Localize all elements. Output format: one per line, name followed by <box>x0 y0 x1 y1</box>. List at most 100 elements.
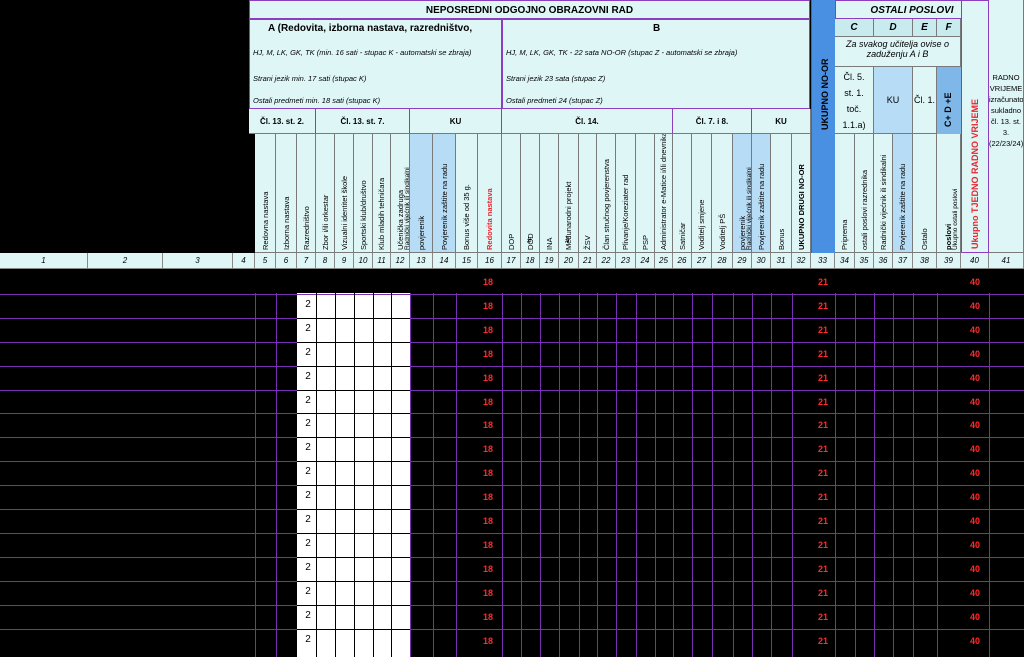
cell-tjedno[interactable]: 40 <box>965 516 985 526</box>
col-number-19: 19 <box>540 253 559 269</box>
cell-razrednistvo[interactable]: 2 <box>299 586 317 597</box>
col-label-31: Bonus <box>776 228 786 250</box>
cell-redovita[interactable]: 18 <box>473 373 503 383</box>
cell-ukupno-no-or[interactable]: 21 <box>810 277 836 287</box>
col-number-10: 10 <box>354 253 373 269</box>
cell-ukupno-no-or[interactable]: 21 <box>810 564 836 574</box>
col-number-23: 23 <box>616 253 636 269</box>
col-label-23: Plivanje/Koreziater rad <box>621 174 630 250</box>
cell-razrednistvo[interactable]: 2 <box>299 490 317 501</box>
radno-vrijeme-note: RADNO VRIJEME izračunato sukladno čl. 13… <box>989 0 1024 253</box>
col-number-text: 24 <box>640 256 650 265</box>
section-b-line3: Ostali predmeti 24 (stupac Z) <box>506 96 603 105</box>
cell-tjedno[interactable]: 40 <box>965 636 985 646</box>
cell-redovita[interactable]: 18 <box>473 420 503 430</box>
grid-line-h-dark <box>297 317 410 319</box>
grid-line-h-dark <box>297 461 410 463</box>
grid-line-v-dark <box>354 293 355 657</box>
col-number-text: 22 <box>601 256 611 265</box>
col-number-3: 3 <box>163 253 233 269</box>
col-number-26: 26 <box>673 253 692 269</box>
col-number-14: 14 <box>433 253 456 269</box>
cell-razrednistvo[interactable]: 2 <box>299 514 317 525</box>
grid-line-h <box>0 604 1024 606</box>
cell-redovita[interactable]: 18 <box>473 492 503 502</box>
cell-tjedno[interactable]: 40 <box>965 277 985 287</box>
cell-tjedno[interactable]: 40 <box>965 444 985 454</box>
col-number-1: 1 <box>0 253 88 269</box>
cell-tjedno[interactable]: 40 <box>965 373 985 383</box>
cell-ukupno-no-or[interactable]: 21 <box>810 325 836 335</box>
col-header-21: ŽSV <box>579 134 597 253</box>
col-number-text: 20 <box>564 256 573 265</box>
section-b-line1: HJ, M, LK, GK, TK - 22 sata NO-OR (stupa… <box>506 48 738 57</box>
sub-ku-a: KU <box>410 109 502 134</box>
cell-razrednistvo[interactable]: 2 <box>299 323 317 334</box>
cell-tjedno[interactable]: 40 <box>965 420 985 430</box>
cell-redovita[interactable]: 18 <box>473 349 503 359</box>
cell-razrednistvo[interactable]: 2 <box>299 347 317 358</box>
cell-tjedno[interactable]: 40 <box>965 301 985 311</box>
cell-ukupno-no-or[interactable]: 21 <box>810 301 836 311</box>
col-number-text: 7 <box>303 256 309 265</box>
cell-tjedno[interactable]: 40 <box>965 325 985 335</box>
cell-redovita[interactable]: 18 <box>473 468 503 478</box>
cell-tjedno[interactable]: 40 <box>965 564 985 574</box>
cell-redovita[interactable]: 18 <box>473 588 503 598</box>
cell-ukupno-no-or[interactable]: 21 <box>810 444 836 454</box>
cell-ukupno-no-or[interactable]: 21 <box>810 612 836 622</box>
cell-ukupno-no-or[interactable]: 21 <box>810 540 836 550</box>
cell-redovita[interactable]: 18 <box>473 301 503 311</box>
cell-razrednistvo[interactable]: 2 <box>299 299 317 310</box>
cell-ukupno-no-or[interactable]: 21 <box>810 420 836 430</box>
cell-razrednistvo[interactable]: 2 <box>299 395 317 406</box>
col-number-28: 28 <box>712 253 733 269</box>
cell-redovita[interactable]: 18 <box>473 516 503 526</box>
cell-redovita[interactable]: 18 <box>473 540 503 550</box>
col-number-32: 32 <box>792 253 811 269</box>
col-label-16: Redovita nastava <box>485 188 494 250</box>
cell-redovita[interactable]: 18 <box>473 325 503 335</box>
cell-redovita[interactable]: 18 <box>473 444 503 454</box>
col-header-26: Satničar <box>673 134 692 253</box>
col-label-38: Ostalo <box>920 228 929 250</box>
cl1-text: Čl. 1. <box>913 95 935 105</box>
cell-redovita[interactable]: 18 <box>473 612 503 622</box>
cell-ukupno-no-or[interactable]: 21 <box>810 636 836 646</box>
cell-razrednistvo[interactable]: 2 <box>299 466 317 477</box>
grid-line-v <box>276 293 277 657</box>
cell-razrednistvo[interactable]: 2 <box>299 634 317 645</box>
cell-tjedno[interactable]: 40 <box>965 468 985 478</box>
cell-ukupno-no-or[interactable]: 21 <box>810 468 836 478</box>
cell-razrednistvo[interactable]: 2 <box>299 610 317 621</box>
cell-razrednistvo[interactable]: 2 <box>299 442 317 453</box>
cell-tjedno[interactable]: 40 <box>965 540 985 550</box>
cell-ukupno-no-or[interactable]: 21 <box>810 588 836 598</box>
cell-ukupno-no-or[interactable]: 21 <box>810 349 836 359</box>
cell-ukupno-no-or[interactable]: 21 <box>810 492 836 502</box>
cell-redovita[interactable]: 18 <box>473 277 503 287</box>
cell-ukupno-no-or[interactable]: 21 <box>810 397 836 407</box>
col-c-text: C <box>850 22 858 33</box>
col-label-30: Povjerenik zaštite na radu <box>756 163 766 250</box>
cell-ukupno-no-or[interactable]: 21 <box>810 516 836 526</box>
cell-tjedno[interactable]: 40 <box>965 349 985 359</box>
cell-redovita[interactable]: 18 <box>473 636 503 646</box>
cell-ukupno-no-or[interactable]: 21 <box>810 373 836 383</box>
cell-tjedno[interactable]: 40 <box>965 492 985 502</box>
col-number-25: 25 <box>655 253 673 269</box>
cell-razrednistvo[interactable]: 2 <box>299 418 317 429</box>
cell-tjedno[interactable]: 40 <box>965 397 985 407</box>
cell-redovita[interactable]: 18 <box>473 564 503 574</box>
cell-razrednistvo[interactable]: 2 <box>299 562 317 573</box>
col-header-5: Redovna nastava <box>255 134 276 253</box>
col-number-20: 20 <box>559 253 579 269</box>
grid-line-h <box>0 437 1024 439</box>
col-number-12: 12 <box>391 253 410 269</box>
cell-tjedno[interactable]: 40 <box>965 588 985 598</box>
col-number-text: 37 <box>898 256 907 265</box>
cell-razrednistvo[interactable]: 2 <box>299 371 317 382</box>
cell-redovita[interactable]: 18 <box>473 397 503 407</box>
cell-razrednistvo[interactable]: 2 <box>299 538 317 549</box>
cell-tjedno[interactable]: 40 <box>965 612 985 622</box>
